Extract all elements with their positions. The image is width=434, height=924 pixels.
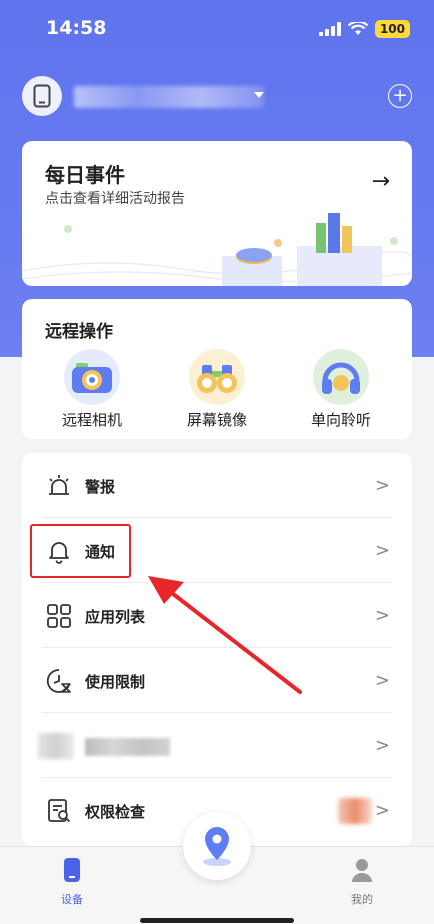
location-button[interactable] <box>183 812 251 880</box>
screen-mirror-label: 屏幕镜像 <box>186 411 247 429</box>
camera-icon <box>64 349 120 405</box>
device-selector[interactable]: + <box>22 76 412 118</box>
app-grid-icon <box>47 604 71 628</box>
blurred-label <box>85 738 170 756</box>
signal-icon <box>318 22 341 36</box>
alarm-label: 警报 <box>85 478 116 496</box>
daily-events-subtitle: 点击查看详细活动报告 <box>45 191 185 207</box>
list-item-blurred[interactable]: > <box>22 713 412 778</box>
device-avatar <box>22 76 62 116</box>
location-pin-icon <box>203 827 231 866</box>
list-item-alarm[interactable]: 警报 > <box>22 453 412 518</box>
permission-check-icon <box>48 799 71 823</box>
daily-events-card[interactable]: 每日事件 点击查看详细活动报告 → <box>22 141 412 286</box>
wifi-icon <box>347 22 368 35</box>
chevron-right-icon: > <box>374 735 390 756</box>
status-badge <box>338 798 372 824</box>
battery-indicator: 100 <box>374 20 410 38</box>
report-illustration <box>22 213 412 286</box>
phone-icon <box>33 84 51 108</box>
add-device-button[interactable]: + <box>388 84 412 108</box>
remote-operations-card: 远程操作 远程相机 屏幕镜像 单向聆听 <box>22 299 412 439</box>
highlight-annotation <box>30 524 131 578</box>
tab-mine-label: 我的 <box>351 893 373 906</box>
usage-limits-label: 使用限制 <box>85 673 146 691</box>
tab-devices-label: 设备 <box>61 893 83 906</box>
device-tab-icon <box>64 858 80 882</box>
remote-camera-button[interactable]: 远程相机 <box>37 349 147 430</box>
plus-icon: + <box>392 85 408 106</box>
status-indicators: 100 <box>318 20 410 38</box>
tab-devices[interactable]: 设备 <box>42 857 102 907</box>
home-indicator <box>140 918 294 923</box>
app-list-label: 应用列表 <box>85 608 146 626</box>
status-bar: 14:58 100 <box>0 0 434 58</box>
one-way-listen-button[interactable]: 单向聆听 <box>286 349 396 430</box>
tab-mine[interactable]: 我的 <box>332 857 392 907</box>
annotation-arrow <box>148 576 302 694</box>
user-icon <box>352 859 372 882</box>
chevron-right-icon: > <box>374 540 390 561</box>
arrow-right-icon[interactable]: → <box>372 171 390 193</box>
daily-events-title: 每日事件 <box>45 163 125 187</box>
caret-down-icon[interactable] <box>254 92 264 98</box>
chevron-right-icon: > <box>374 670 390 691</box>
clock-limit-icon <box>46 669 71 693</box>
screen-mirror-button[interactable]: 屏幕镜像 <box>162 349 272 430</box>
status-time: 14:58 <box>46 17 107 39</box>
remote-operations-title: 远程操作 <box>45 322 113 342</box>
remote-camera-label: 远程相机 <box>61 411 122 429</box>
alarm-icon <box>49 475 69 495</box>
one-way-listen-label: 单向聆听 <box>310 411 371 429</box>
device-name-blurred <box>74 86 264 108</box>
chevron-right-icon: > <box>374 800 390 821</box>
binoculars-icon <box>189 349 245 405</box>
chevron-right-icon: > <box>374 605 390 626</box>
headphones-icon <box>313 349 369 405</box>
permission-check-label: 权限检查 <box>85 803 146 821</box>
chevron-right-icon: > <box>374 475 390 496</box>
blurred-icon <box>38 733 74 759</box>
